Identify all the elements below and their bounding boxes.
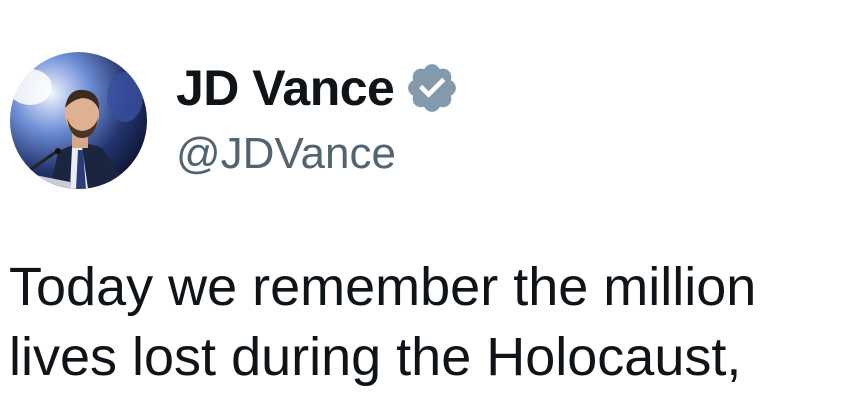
author-handle[interactable]: @JDVance bbox=[176, 128, 396, 180]
tweet-text-line: Today we remember the million bbox=[9, 257, 757, 317]
avatar[interactable] bbox=[10, 52, 147, 189]
tweet-card: JD Vance @JDVance Today we remember the … bbox=[0, 0, 846, 410]
tweet-text: Today we remember the million lives lost… bbox=[9, 252, 846, 392]
verified-badge-icon[interactable] bbox=[404, 60, 460, 116]
author-name-row: JD Vance bbox=[176, 58, 460, 118]
tweet-text-line: lives lost during the Holocaust, bbox=[9, 327, 742, 387]
author-display-name[interactable]: JD Vance bbox=[176, 58, 395, 118]
avatar-photo bbox=[10, 52, 147, 189]
